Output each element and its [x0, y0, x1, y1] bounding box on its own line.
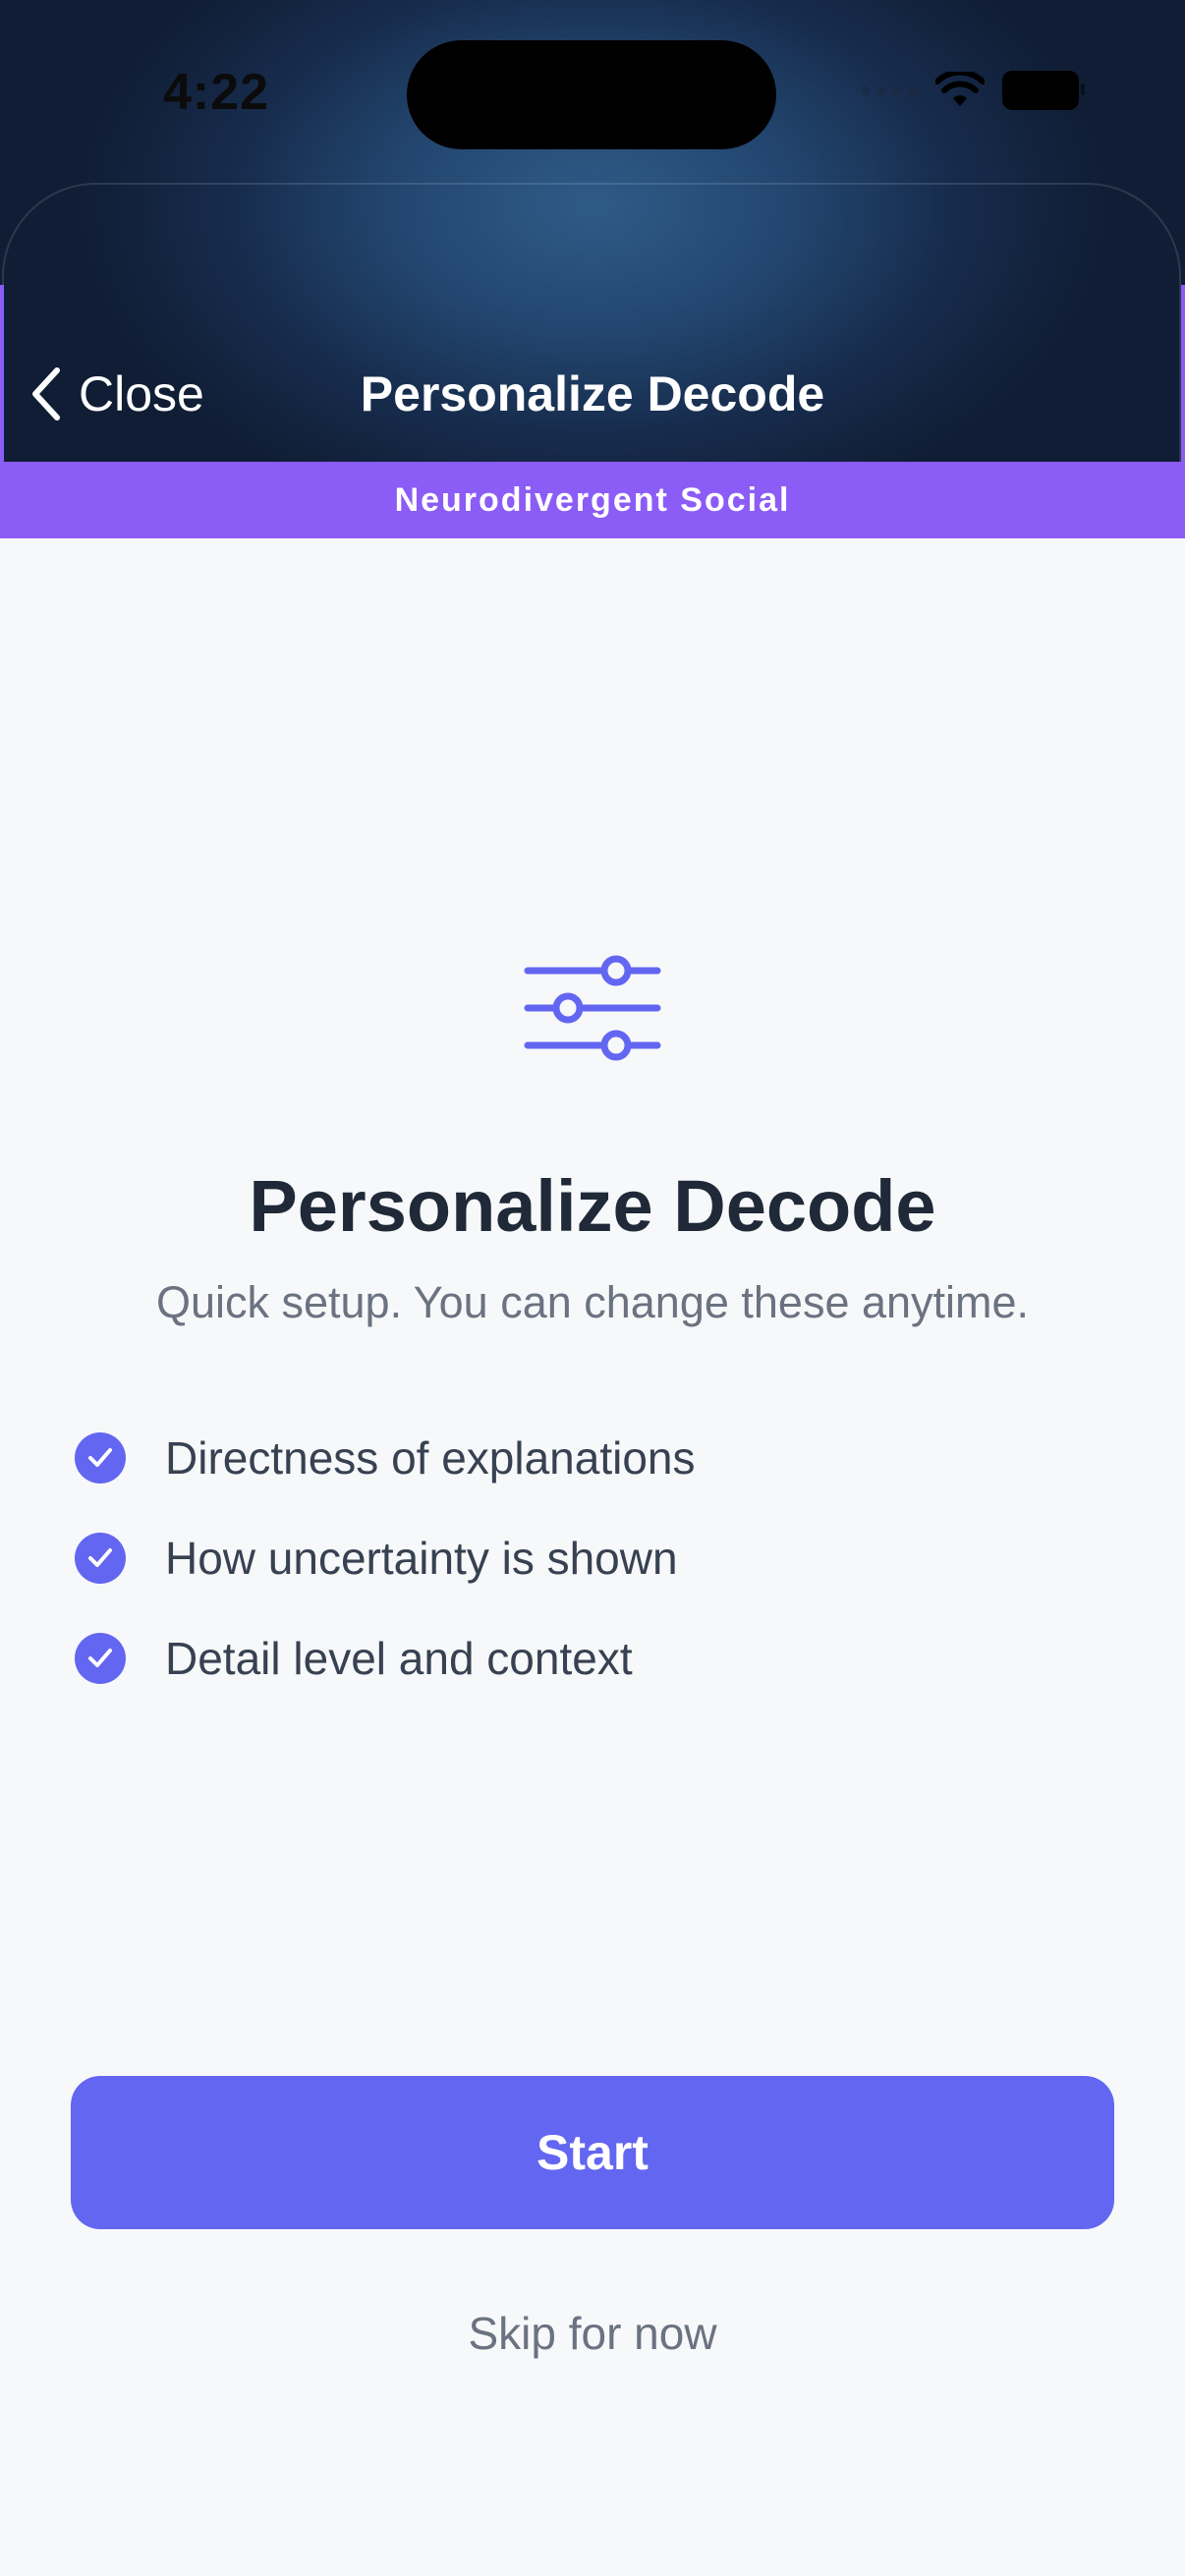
cellular-signal-icon — [861, 85, 918, 95]
close-button[interactable]: Close — [29, 365, 204, 422]
side-accent — [0, 285, 4, 462]
start-button[interactable]: Start — [71, 2076, 1114, 2229]
check-circle-icon — [75, 1432, 126, 1484]
page-title: Personalize Decode — [249, 1165, 936, 1247]
feature-list: Directness of explanations How uncertain… — [75, 1408, 1116, 1708]
status-time: 4:22 — [163, 64, 270, 121]
skip-button[interactable]: Skip for now — [0, 2307, 1185, 2360]
check-circle-icon — [75, 1633, 126, 1684]
battery-icon — [1002, 71, 1085, 110]
feature-label: Detail level and context — [165, 1633, 633, 1684]
feature-label: How uncertainty is shown — [165, 1533, 678, 1584]
sliders-icon — [524, 953, 661, 1068]
status-icons — [861, 71, 1085, 110]
feature-label: Directness of explanations — [165, 1432, 696, 1484]
chevron-left-icon — [32, 367, 60, 420]
wifi-icon — [935, 72, 985, 106]
list-item: Directness of explanations — [75, 1408, 1116, 1508]
page-subtitle: Quick setup. You can change these anytim… — [155, 1277, 1030, 1327]
list-item: How uncertainty is shown — [75, 1508, 1116, 1608]
dynamic-island — [407, 40, 776, 149]
check-circle-icon — [75, 1533, 126, 1584]
close-button-label: Close — [79, 366, 204, 421]
side-accent — [1181, 285, 1185, 462]
community-banner: Neurodivergent Social — [0, 462, 1185, 538]
header: 4:22 Close Personalize Decode — [0, 0, 1185, 462]
list-item: Detail level and context — [75, 1608, 1116, 1708]
